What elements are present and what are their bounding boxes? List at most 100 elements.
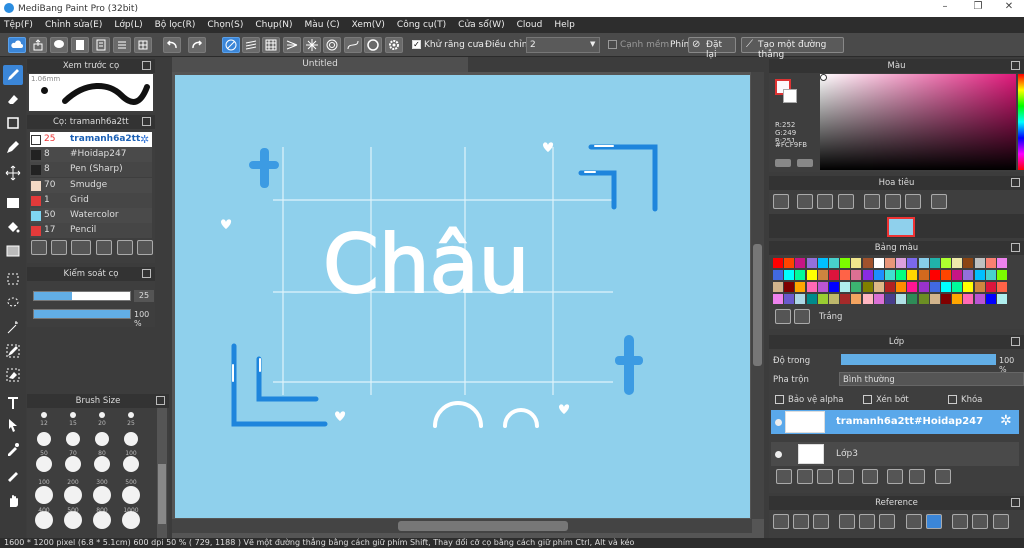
brush-size-option[interactable] bbox=[35, 486, 53, 504]
redo-button[interactable] bbox=[188, 37, 206, 53]
brush-size-scrollbar[interactable] bbox=[157, 408, 167, 538]
snap-settings-button[interactable] bbox=[385, 37, 403, 53]
brush-list-item[interactable]: 50 Watercolor bbox=[30, 208, 152, 223]
menu-help[interactable]: Help bbox=[554, 20, 575, 30]
panel-expand-icon[interactable] bbox=[142, 117, 151, 126]
palette-swatch[interactable] bbox=[974, 258, 985, 268]
zoom-in-alt-button[interactable] bbox=[797, 194, 813, 209]
clipping-checkbox[interactable] bbox=[863, 395, 872, 404]
select-pen-tool[interactable] bbox=[3, 341, 23, 361]
hand-pen-tool[interactable] bbox=[3, 465, 23, 485]
palette-swatch[interactable] bbox=[974, 270, 985, 280]
comment-button[interactable] bbox=[50, 37, 68, 53]
palette-swatch[interactable] bbox=[806, 282, 817, 292]
brush-size-value[interactable]: 25 bbox=[134, 290, 154, 302]
palette-swatch[interactable] bbox=[885, 282, 895, 292]
layer-duplicate-button[interactable] bbox=[887, 469, 903, 484]
fit-screen-button[interactable] bbox=[885, 194, 901, 209]
palette-swatch[interactable] bbox=[773, 282, 783, 292]
palette-swatch[interactable] bbox=[974, 294, 985, 304]
ref-zoom-out-button[interactable] bbox=[879, 514, 895, 529]
palette-swatch[interactable] bbox=[941, 282, 951, 292]
palette-swatch[interactable] bbox=[885, 270, 895, 280]
palette-swatch[interactable] bbox=[784, 294, 795, 304]
panel-expand-icon[interactable] bbox=[1011, 498, 1020, 507]
canvas-vscrollbar[interactable] bbox=[751, 72, 764, 519]
palette-swatch[interactable] bbox=[862, 270, 873, 280]
menu-tools[interactable]: Công cụ(T) bbox=[397, 20, 446, 30]
palette-swatch[interactable] bbox=[873, 282, 884, 292]
brush-duplicate-button[interactable] bbox=[137, 240, 153, 255]
undo-button[interactable] bbox=[163, 37, 181, 53]
navigator-thumbnail[interactable] bbox=[887, 217, 915, 237]
palette-swatch[interactable] bbox=[840, 270, 851, 280]
palette-swatch[interactable] bbox=[918, 270, 929, 280]
cloud-brush-button[interactable] bbox=[8, 37, 26, 53]
palette-swatch[interactable] bbox=[829, 258, 839, 268]
palette-swatch[interactable] bbox=[896, 282, 907, 292]
brush-tool[interactable] bbox=[3, 65, 23, 85]
maximize-button[interactable]: ❐ bbox=[963, 1, 993, 16]
brush-size-option[interactable] bbox=[95, 432, 109, 446]
palette-swatch[interactable] bbox=[829, 282, 839, 292]
brush-list-item[interactable]: 70 Smudge bbox=[30, 177, 152, 193]
grid-button[interactable] bbox=[134, 37, 152, 53]
panel-expand-icon[interactable] bbox=[1011, 243, 1020, 252]
concentric-snap-button[interactable] bbox=[323, 37, 341, 53]
color-swap-button[interactable] bbox=[797, 159, 813, 167]
palette-swatch[interactable] bbox=[840, 258, 851, 268]
palette-swatch[interactable] bbox=[918, 294, 929, 304]
palette-swatch[interactable] bbox=[817, 294, 828, 304]
palette-swatch[interactable] bbox=[918, 258, 929, 268]
bucket-tool[interactable] bbox=[3, 217, 23, 237]
burst-snap-button[interactable] bbox=[303, 37, 321, 53]
menu-snap[interactable]: Chụp(N) bbox=[255, 20, 292, 30]
palette-swatch[interactable] bbox=[773, 294, 783, 304]
eye-icon[interactable] bbox=[775, 419, 782, 426]
brush-size-option[interactable] bbox=[70, 412, 76, 418]
palette-swatch[interactable] bbox=[952, 294, 963, 304]
brush-folder-button[interactable] bbox=[96, 240, 112, 255]
parallel-snap-button[interactable] bbox=[242, 37, 260, 53]
palette-swatch[interactable] bbox=[997, 282, 1007, 292]
palette-swatch[interactable] bbox=[985, 270, 996, 280]
drawing-canvas[interactable]: Châu bbox=[175, 75, 750, 518]
palette-swatch[interactable] bbox=[795, 282, 806, 292]
brush-list-item[interactable]: 8 #Hoidap247 bbox=[30, 147, 152, 163]
brush-list-item[interactable]: 8 Pen (Sharp) bbox=[30, 162, 152, 178]
palette-swatch[interactable] bbox=[829, 270, 839, 280]
antialias-checkbox[interactable]: ✓ bbox=[412, 40, 421, 49]
palette-swatch[interactable] bbox=[873, 270, 884, 280]
layer-row-selected[interactable]: tramanh6a2tt#Hoidap247 ✲ bbox=[771, 410, 1019, 434]
protect-alpha-checkbox[interactable] bbox=[775, 395, 784, 404]
canvas-vscroll-thumb[interactable] bbox=[753, 244, 762, 366]
gear-icon[interactable]: ✲ bbox=[1000, 413, 1012, 429]
ref-hand-button[interactable] bbox=[926, 514, 942, 529]
panel-expand-icon[interactable] bbox=[142, 61, 151, 70]
ref-rotate-right-button[interactable] bbox=[993, 514, 1009, 529]
palette-swatch[interactable] bbox=[929, 270, 940, 280]
palette-swatch[interactable] bbox=[773, 270, 783, 280]
adjust-select[interactable]: 2 ▼ bbox=[526, 37, 600, 53]
dropper-tool[interactable] bbox=[3, 439, 23, 459]
brush-size-option[interactable] bbox=[37, 432, 51, 446]
eye-icon[interactable] bbox=[775, 451, 782, 458]
palette-swatch[interactable] bbox=[840, 294, 851, 304]
palette-swatch[interactable] bbox=[997, 294, 1007, 304]
secondary-color-swatch[interactable] bbox=[783, 89, 797, 103]
page-button[interactable] bbox=[92, 37, 110, 53]
panel-expand-icon[interactable] bbox=[156, 396, 165, 405]
rotate-left-button[interactable] bbox=[864, 194, 880, 209]
reset-button[interactable]: ⊘ Đặt lại bbox=[688, 37, 736, 60]
magic-wand-tool[interactable] bbox=[3, 317, 23, 337]
palette-swatch[interactable] bbox=[929, 258, 940, 268]
palette-swatch[interactable] bbox=[784, 282, 795, 292]
list-button[interactable] bbox=[113, 37, 131, 53]
palette-swatch[interactable] bbox=[985, 258, 996, 268]
palette-add-button[interactable] bbox=[775, 309, 791, 324]
palette-swatch[interactable] bbox=[941, 258, 951, 268]
share-button[interactable] bbox=[29, 37, 47, 53]
menu-window[interactable]: Cửa sổ(W) bbox=[458, 20, 504, 30]
hand-tool[interactable] bbox=[3, 491, 23, 511]
gear-icon[interactable]: ✲ bbox=[140, 132, 149, 147]
